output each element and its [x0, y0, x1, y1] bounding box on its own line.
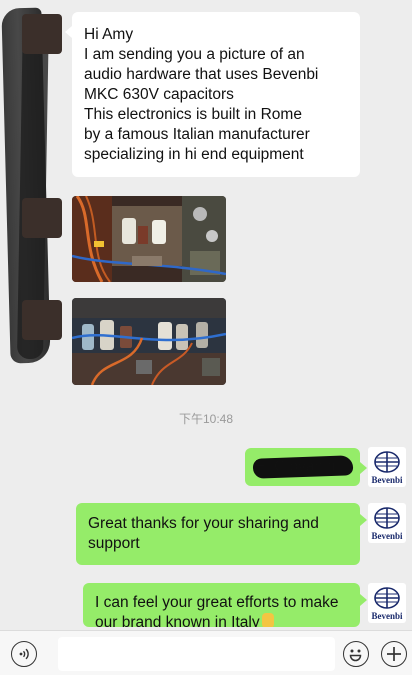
incoming-message[interactable]: Hi Amy I am sending you a picture of an …: [72, 12, 360, 177]
message-input[interactable]: [58, 637, 335, 671]
brand-name: Bevenbi: [371, 531, 403, 541]
message-text: Great thanks for your sharing and suppor…: [88, 515, 319, 552]
message-line: specializing in hi end equipment: [84, 146, 304, 163]
bubble-tail: [360, 462, 367, 474]
sender-avatar[interactable]: [22, 14, 62, 54]
brand-name: Bevenbi: [371, 611, 403, 621]
emoji-icon: [349, 649, 362, 662]
message-line: I am sending you a picture of an: [84, 46, 305, 63]
chat-screen: Hi Amy I am sending you a picture of an …: [0, 0, 412, 675]
plus-button[interactable]: [381, 641, 407, 667]
message-line: by a famous Italian manufacturer: [84, 126, 310, 143]
brand-avatar[interactable]: Bevenbi: [368, 447, 406, 487]
chat-input-bar: [0, 630, 412, 675]
message-line: Hi Amy: [84, 26, 134, 43]
brand-name: Bevenbi: [371, 475, 403, 485]
bevenbi-logo-icon: [374, 507, 400, 529]
photo-message[interactable]: [72, 196, 226, 282]
photo-message[interactable]: [72, 298, 226, 385]
bubble-tail: [360, 514, 367, 526]
voice-icon: [19, 648, 29, 660]
circuit-board-photo: [72, 298, 226, 385]
message-timestamp: 下午10:48: [178, 412, 234, 426]
bevenbi-logo-icon: [374, 587, 400, 609]
message-line: MKC 630V capacitors: [84, 86, 234, 103]
emoji-button[interactable]: [343, 641, 369, 667]
bubble-tail: [360, 594, 367, 606]
voice-button[interactable]: [11, 641, 37, 667]
outgoing-message[interactable]: Hi Giovanni: [245, 448, 360, 486]
brand-avatar[interactable]: Bevenbi: [368, 503, 406, 543]
message-text: Hi Giovanni: [255, 458, 336, 475]
raised-hand-emoji-icon: [261, 613, 274, 627]
message-line: audio hardware that uses Bevenbi: [84, 66, 319, 83]
bubble-tail: [65, 26, 72, 38]
sender-avatar[interactable]: [22, 198, 62, 238]
outgoing-message[interactable]: I can feel your great efforts to make ou…: [83, 583, 360, 627]
sender-avatar[interactable]: [22, 300, 62, 340]
message-line: This electronics is built in Rome: [84, 106, 302, 123]
bevenbi-logo-icon: [374, 451, 400, 473]
outgoing-message[interactable]: Great thanks for your sharing and suppor…: [76, 503, 360, 565]
plus-icon: [387, 647, 401, 661]
brand-avatar[interactable]: Bevenbi: [368, 583, 406, 623]
circuit-board-photo: [72, 196, 226, 282]
message-text: I can feel your great efforts to make ou…: [95, 594, 339, 627]
